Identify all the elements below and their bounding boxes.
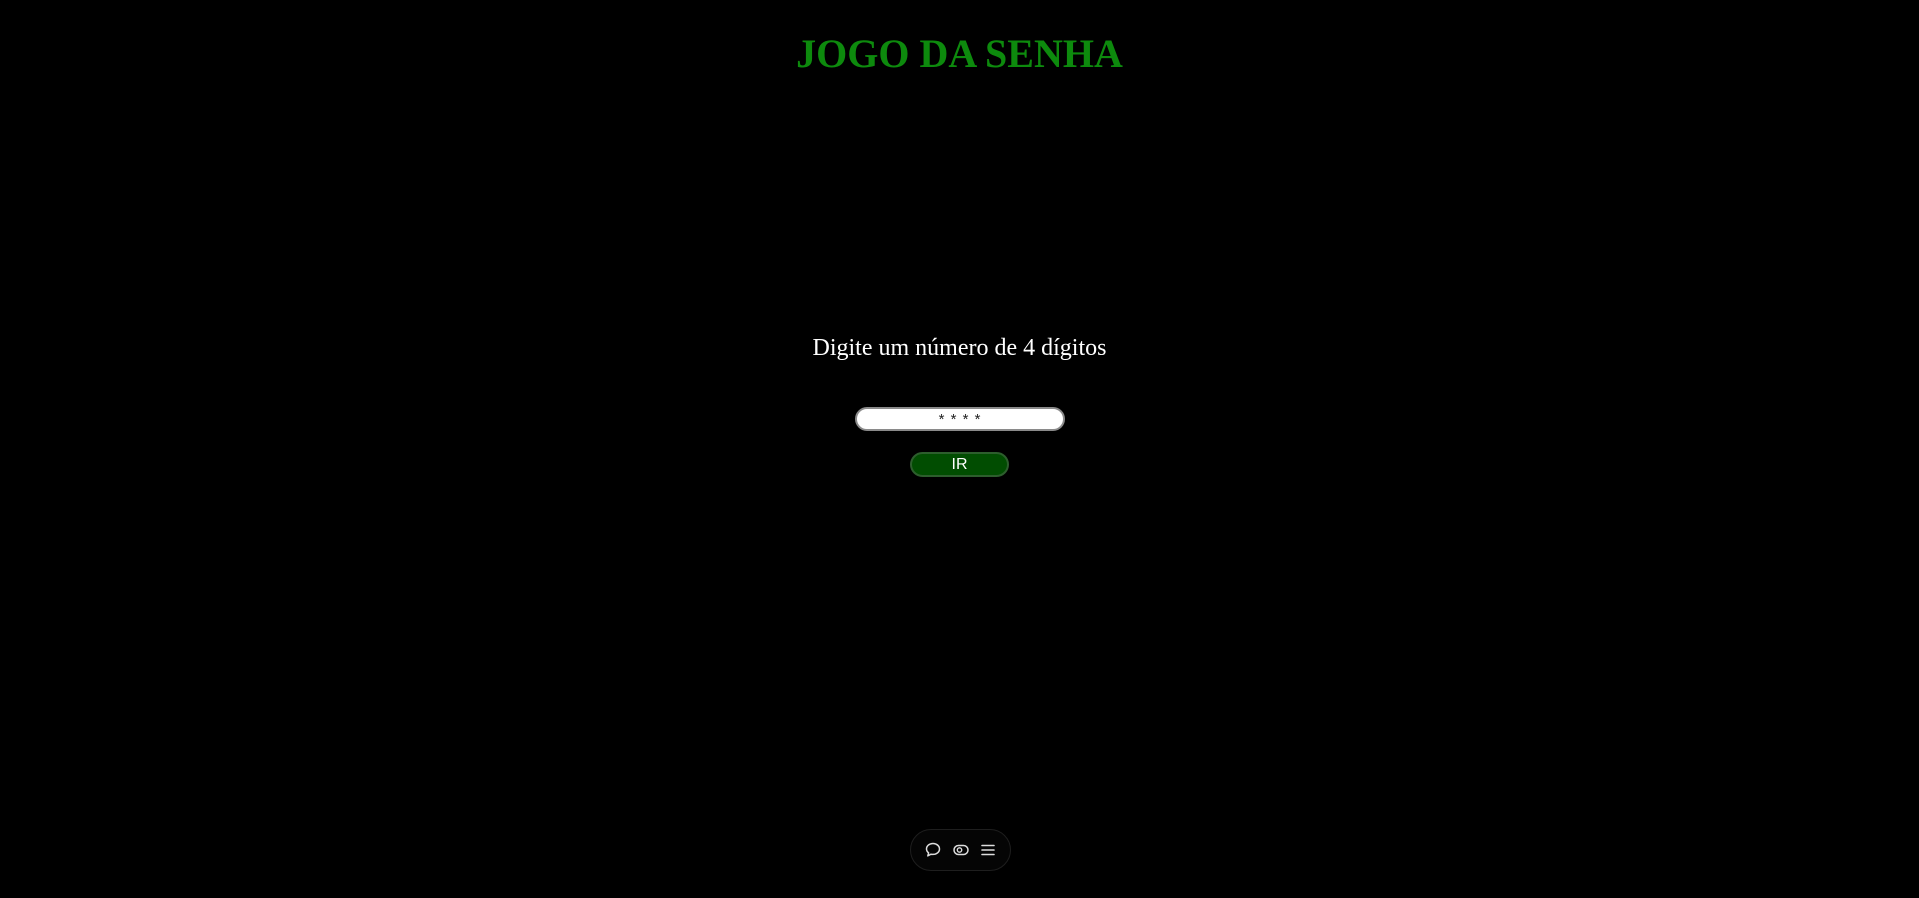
page-title: JOGO DA SENHA [796,31,1123,76]
game-page: JOGO DA SENHA Digite um número de 4 dígi… [0,0,1919,898]
menu-button[interactable] [976,838,1000,862]
menu-icon [981,844,996,856]
floating-toolbar [910,829,1011,871]
eye-toggle-icon [952,844,969,856]
submit-button[interactable]: IR [910,452,1009,477]
chat-bubble-icon [925,842,940,857]
code-input[interactable] [855,407,1065,431]
instruction-text: Digite um número de 4 dígitos [812,335,1107,361]
chat-button[interactable] [921,838,945,862]
view-toggle-button[interactable] [949,838,973,862]
